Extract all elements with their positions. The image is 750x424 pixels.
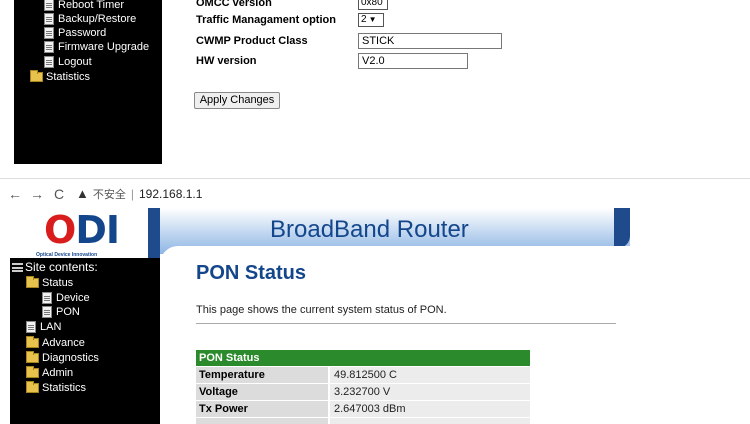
sidebar-item-label: Firmware Upgrade — [58, 41, 150, 53]
hw-version-input[interactable]: V2.0 — [358, 53, 468, 69]
nav-item-label: Device — [56, 292, 90, 304]
url-separator: | — [130, 186, 134, 201]
sidebar-item-label: Logout — [58, 56, 92, 68]
sidebar-item-reboot-timer[interactable]: Reboot Timer — [44, 0, 124, 12]
odi-logo: ODI Optical Device Innovation — [14, 208, 148, 260]
folder-icon — [30, 70, 43, 82]
page-icon — [44, 41, 54, 53]
folder-icon — [26, 351, 39, 363]
table-row: Temperature 49.812500 C — [196, 367, 530, 383]
nav-item-pon[interactable]: PON — [42, 305, 80, 319]
page-icon — [44, 13, 54, 25]
page-icon — [44, 27, 54, 39]
nav-item-admin[interactable]: Admin — [26, 366, 73, 380]
site-contents-label: Site contents: — [25, 260, 98, 274]
menu-icon — [12, 262, 23, 272]
forward-button[interactable]: → — [26, 186, 48, 202]
nav-item-label: Diagnostics — [42, 352, 99, 364]
page-icon — [44, 0, 54, 11]
back-button[interactable]: ← — [4, 186, 26, 202]
table-row: Tx Power 2.647003 dBm — [196, 401, 530, 417]
sidebar-item-label: Statistics — [46, 71, 91, 83]
logo-di: DI — [75, 208, 120, 252]
folder-open-icon — [26, 276, 39, 288]
divider — [196, 323, 616, 324]
row-key: Tx Power — [196, 401, 328, 417]
site-contents-heading: Site contents: — [12, 260, 98, 274]
folder-icon — [26, 381, 39, 393]
row-key — [196, 418, 328, 424]
sidebar-item-firmware-upgrade[interactable]: Firmware Upgrade — [44, 40, 149, 54]
nav-item-label: Advance — [42, 337, 85, 349]
page-icon — [44, 56, 54, 68]
logo-o: O — [44, 208, 76, 252]
omcc-version-select[interactable]: 0x80 — [358, 0, 388, 10]
page-icon — [42, 292, 52, 304]
url-text[interactable]: 192.168.1.1 — [139, 187, 202, 201]
table-header: PON Status — [196, 350, 530, 366]
sidebar-item-logout[interactable]: Logout — [44, 55, 92, 69]
reload-button[interactable]: C — [48, 186, 70, 202]
nav-item-diagnostics[interactable]: Diagnostics — [26, 351, 99, 365]
folder-icon — [26, 336, 39, 348]
row-value: 3.232700 V — [330, 384, 530, 400]
nav-item-device[interactable]: Device — [42, 291, 90, 305]
traffic-management-label: Traffic Managament option — [196, 14, 336, 26]
nav-item-label: LAN — [40, 321, 62, 333]
nav-item-lan[interactable]: LAN — [26, 320, 61, 334]
address-bar: ← → C ▲ 不安全 | 192.168.1.1 — [0, 178, 750, 208]
traffic-management-value: 2 — [361, 14, 367, 25]
hw-version-label: HW version — [196, 55, 257, 67]
pon-status-table: PON Status Temperature 49.812500 C Volta… — [196, 350, 530, 424]
omcc-version-value: 0x80 — [361, 0, 383, 8]
nav-item-advance[interactable]: Advance — [26, 336, 85, 350]
page-title: PON Status — [196, 262, 307, 284]
sidebar-item-statistics[interactable]: Statistics — [30, 70, 90, 84]
sidebar-item-password[interactable]: Password — [44, 26, 106, 40]
table-row — [196, 418, 530, 424]
warning-icon[interactable]: ▲ — [76, 186, 89, 201]
cwmp-product-class-input[interactable]: STICK — [358, 33, 502, 49]
nav-item-label: Status — [42, 277, 74, 289]
banner-title: BroadBand Router — [270, 216, 469, 243]
folder-icon — [26, 366, 39, 378]
sidebar-item-backup-restore[interactable]: Backup/Restore — [44, 12, 136, 26]
row-key: Voltage — [196, 384, 328, 400]
chevron-down-icon: ▼ — [368, 15, 377, 24]
nav-item-label: Statistics — [42, 382, 87, 394]
sidebar-item-label: Backup/Restore — [58, 13, 137, 25]
table-row: Voltage 3.232700 V — [196, 384, 530, 400]
nav-item-status[interactable]: Status — [26, 276, 73, 290]
logo-wordmark: ODI — [44, 208, 120, 252]
omcc-version-label: OMCC version — [196, 0, 272, 9]
nav-item-statistics[interactable]: Statistics — [26, 381, 86, 395]
insecure-label[interactable]: 不安全 — [93, 186, 126, 202]
sidebar-item-label: Reboot Timer — [58, 0, 125, 11]
page-icon — [42, 306, 52, 318]
banner-edge — [614, 208, 630, 248]
cwmp-product-class-label: CWMP Product Class — [196, 35, 308, 47]
nav-item-label: PON — [56, 306, 80, 318]
apply-changes-button[interactable]: Apply Changes — [194, 92, 280, 109]
page-icon — [26, 321, 36, 333]
traffic-management-select[interactable]: 2 ▼ — [358, 13, 384, 27]
row-value: 49.812500 C — [330, 367, 530, 383]
row-value: 2.647003 dBm — [330, 401, 530, 417]
nav-item-label: Admin — [42, 367, 74, 379]
row-key: Temperature — [196, 367, 328, 383]
row-value — [330, 418, 530, 424]
page-description: This page shows the current system statu… — [196, 304, 447, 316]
sidebar-item-label: Password — [58, 27, 107, 39]
